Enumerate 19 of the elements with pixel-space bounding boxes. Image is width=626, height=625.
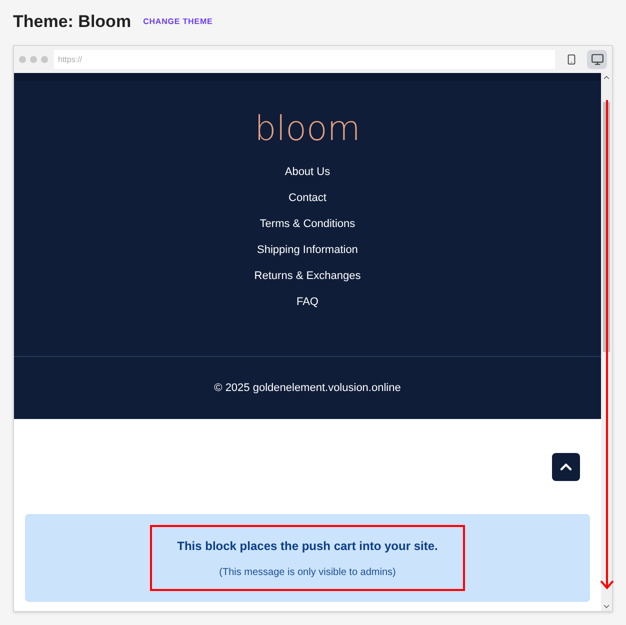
copyright-text: © 2025 goldenelement.volusion.online (213, 381, 402, 396)
footer-link[interactable]: Shipping Information (257, 237, 358, 263)
address-field[interactable]: https:// (54, 50, 555, 69)
footer-link[interactable]: Terms & Conditions (260, 211, 356, 237)
scroll-down-icon (602, 602, 611, 611)
change-theme-link[interactable]: CHANGE THEME (143, 16, 213, 28)
page-title: Theme: Bloom (13, 11, 132, 34)
desktop-view-button[interactable] (587, 50, 607, 69)
phone-icon (566, 54, 576, 65)
footer-link[interactable]: Returns & Exchanges (254, 263, 361, 289)
footer-link[interactable]: About Us (284, 159, 330, 185)
back-to-top-button[interactable] (552, 453, 580, 481)
monitor-icon (590, 53, 604, 66)
footer-link[interactable]: Contact (288, 185, 326, 211)
notice-subtitle: (This message is only visible to admins) (219, 566, 396, 580)
notice-title: This block places the push cart into your site. (177, 538, 438, 554)
footer-link[interactable]: FAQ (296, 289, 318, 315)
site-logo: bloom (254, 109, 360, 149)
scroll-up-icon (602, 73, 611, 82)
